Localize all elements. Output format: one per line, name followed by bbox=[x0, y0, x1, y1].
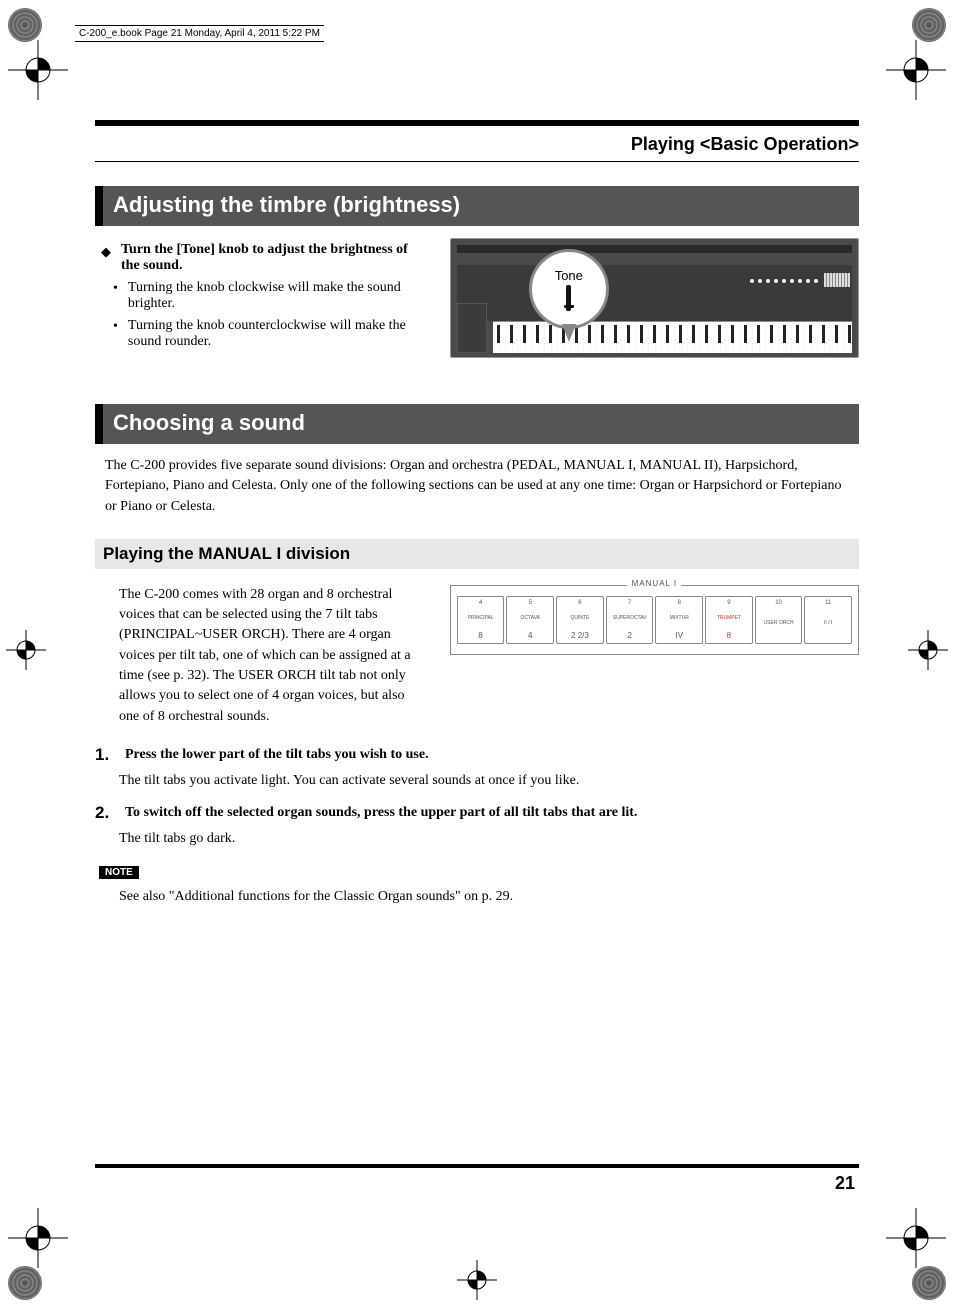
registration-mark-tr bbox=[886, 40, 946, 100]
print-rosette-tl bbox=[8, 8, 42, 42]
note-label: NOTE bbox=[99, 866, 139, 879]
registration-mark-br bbox=[886, 1208, 946, 1268]
step-2-body: The tilt tabs go dark. bbox=[119, 829, 851, 849]
header-rule-thin bbox=[95, 161, 859, 162]
registration-mark-tl bbox=[8, 40, 68, 100]
step-2-bold: To switch off the selected organ sounds,… bbox=[125, 803, 637, 821]
diamond-bullet-icon: ◆ bbox=[101, 242, 111, 262]
tilt-tab: 11II / I bbox=[804, 596, 852, 644]
subsection-heading: Playing the MANUAL I division bbox=[95, 539, 859, 569]
print-rosette-tr bbox=[912, 8, 946, 42]
tilt-tab: 6QUINTE2 2/3 bbox=[556, 596, 604, 644]
step-number-1: 1. bbox=[95, 745, 117, 765]
footer-rule bbox=[95, 1164, 859, 1168]
manual-i-panel-illustration: MANUAL I 4PRINCIPAL85OCTAVA46QUINTE2 2/3… bbox=[450, 585, 859, 655]
step-1-body: The tilt tabs you activate light. You ca… bbox=[119, 771, 851, 791]
registration-mark-mr bbox=[908, 630, 948, 670]
print-rosette-bl bbox=[8, 1266, 42, 1300]
page-number: 21 bbox=[835, 1173, 855, 1194]
step-1-bold: Press the lower part of the tilt tabs yo… bbox=[125, 745, 429, 763]
tilt-tab: 5OCTAVA4 bbox=[506, 596, 554, 644]
subsection-intro: The C-200 comes with 28 organ and 8 orch… bbox=[119, 585, 422, 727]
page-title: Playing <Basic Operation> bbox=[95, 134, 859, 155]
running-header-text: C-200_e.book Page 21 Monday, April 4, 20… bbox=[75, 25, 324, 42]
bullet-icon: • bbox=[113, 318, 118, 336]
section2-intro: The C-200 provides five separate sound d… bbox=[105, 456, 851, 517]
bullet-text-ccw: Turning the knob counterclockwise will m… bbox=[128, 318, 430, 350]
bullet-icon: • bbox=[113, 280, 118, 298]
tone-knob-callout: Tone bbox=[529, 249, 609, 329]
header-rule-thick bbox=[95, 120, 859, 126]
step-number-2: 2. bbox=[95, 803, 117, 823]
bullet-text-cw: Turning the knob clockwise will make the… bbox=[128, 280, 430, 312]
tilt-tab: 10USER ORCH bbox=[755, 596, 803, 644]
keyboard-illustration: Tone bbox=[450, 238, 859, 358]
note-body: See also "Additional functions for the C… bbox=[119, 887, 851, 907]
tilt-tab: 4PRINCIPAL8 bbox=[457, 596, 505, 644]
page-content: Playing <Basic Operation> Adjusting the … bbox=[95, 120, 859, 1198]
tilt-tab: 8MIXTURIV bbox=[655, 596, 703, 644]
print-rosette-br bbox=[912, 1266, 946, 1300]
section-heading-choosing: Choosing a sound bbox=[95, 404, 859, 444]
running-header: C-200_e.book Page 21 Monday, April 4, 20… bbox=[75, 25, 879, 42]
registration-mark-ml bbox=[6, 630, 46, 670]
registration-mark-bl bbox=[8, 1208, 68, 1268]
manual-i-label: MANUAL I bbox=[628, 579, 682, 588]
section-heading-timbre: Adjusting the timbre (brightness) bbox=[95, 186, 859, 226]
tilt-tab: 9TRUMPET8 bbox=[705, 596, 753, 644]
tilt-tab: 7SUPEROCTAV2 bbox=[606, 596, 654, 644]
registration-mark-bc bbox=[457, 1260, 497, 1300]
lead-text: Turn the [Tone] knob to adjust the brigh… bbox=[121, 242, 430, 274]
tone-label: Tone bbox=[555, 268, 583, 283]
